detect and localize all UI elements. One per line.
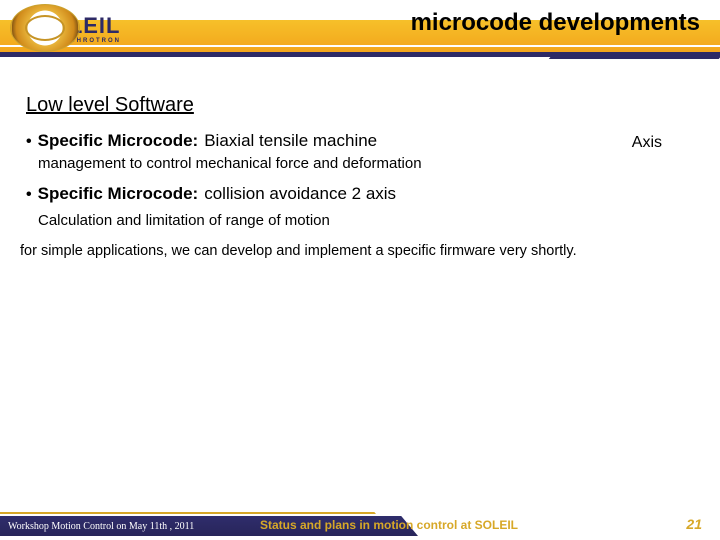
bullet1-side-note: Axis (632, 134, 662, 152)
section-heading: Low level Software (26, 94, 694, 117)
bullet2-subtext: Calculation and limitation of range of m… (38, 212, 694, 229)
bullet-dot-icon: • (26, 186, 32, 204)
footer-gold-line (0, 512, 350, 514)
summary-text: for simple applications, we can develop … (20, 243, 694, 259)
bullet-dot-icon: • (26, 133, 32, 151)
logo-ring-icon (10, 4, 80, 52)
bullet2-label: Specific Microcode: (38, 184, 199, 204)
slide: SOLEIL SYNCHROTRON microcode development… (0, 0, 720, 540)
page-number: 21 (686, 516, 702, 532)
header-band-white-line (0, 45, 720, 47)
slide-footer: Workshop Motion Control on May 11th , 20… (0, 510, 720, 540)
footer-gold-tail (346, 512, 376, 514)
header-band-diagonal (549, 56, 720, 59)
slide-header: SOLEIL SYNCHROTRON microcode development… (0, 0, 720, 92)
bullet1-subtext: management to control mechanical force a… (38, 155, 694, 172)
bullet-item-1: • Specific Microcode: Biaxial tensile ma… (26, 131, 694, 151)
footer-left-text: Workshop Motion Control on May 11th , 20… (8, 521, 194, 532)
bullet1-text: Biaxial tensile machine (204, 131, 377, 151)
logo (10, 4, 80, 52)
footer-center-text: Status and plans in motion control at SO… (260, 518, 518, 532)
bullet2-text: collision avoidance 2 axis (204, 184, 396, 204)
bullet-item-2: • Specific Microcode: collision avoidanc… (26, 184, 694, 204)
bullet1-label: Specific Microcode: (38, 131, 199, 151)
slide-title: microcode developments (411, 9, 700, 37)
slide-body: Low level Software • Specific Microcode:… (0, 92, 720, 510)
